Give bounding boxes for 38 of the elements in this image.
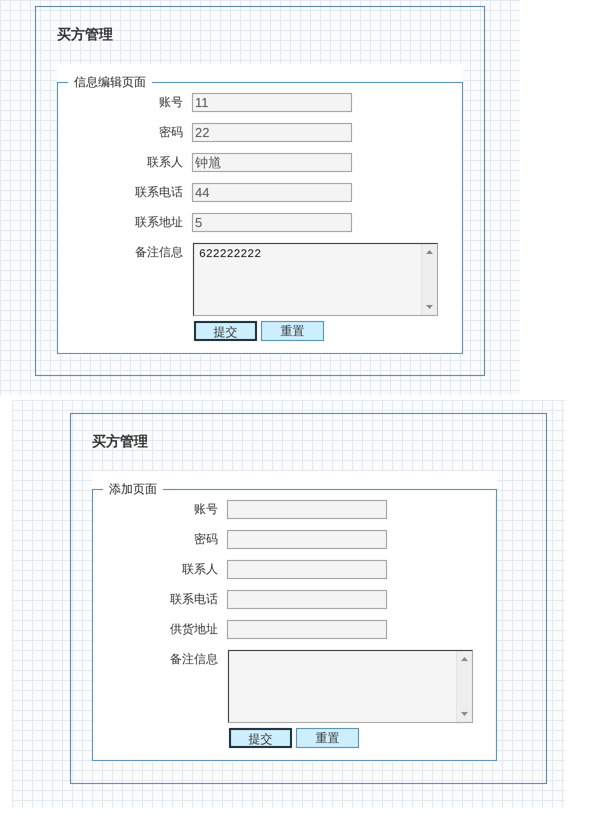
text-field[interactable] [227,500,387,519]
notes-field[interactable]: 622222222 [193,243,438,316]
field-label: 联系人 [146,154,183,171]
field-label: 备注信息 [134,244,183,261]
field-label: 供货地址 [169,621,218,638]
field-label: 联系电话 [134,184,183,201]
fieldset-legend: 信息编辑页面 [68,74,152,90]
scroll-up-icon[interactable] [461,657,468,661]
scroll-up-icon[interactable] [426,250,433,254]
submit-button[interactable]: 提交 [194,321,257,341]
text-field[interactable]: 44 [192,183,352,202]
text-field[interactable]: 11 [192,93,352,112]
section-title: 买方管理 [92,432,148,452]
text-field[interactable] [227,530,387,549]
text-field[interactable]: 钟馗 [192,153,352,172]
scrollbar[interactable] [456,651,472,722]
scroll-down-icon[interactable] [461,712,468,716]
scrollbar[interactable] [421,244,437,315]
submit-button[interactable]: 提交 [229,728,292,748]
text-field[interactable] [227,590,387,609]
field-label: 备注信息 [169,651,218,668]
field-label: 联系人 [181,561,218,578]
field-label: 密码 [158,124,183,141]
field-label: 密码 [193,531,218,548]
fieldset-legend: 添加页面 [103,481,163,497]
reset-button[interactable]: 重置 [261,321,324,341]
text-field[interactable] [227,560,387,579]
field-label: 联系地址 [134,214,183,231]
field-label: 账号 [158,94,183,111]
text-field[interactable] [227,620,387,639]
reset-button[interactable]: 重置 [296,728,359,748]
field-label: 联系电话 [169,591,218,608]
scroll-down-icon[interactable] [426,305,433,309]
field-label: 账号 [193,501,218,518]
text-field[interactable]: 22 [192,123,352,142]
notes-field[interactable] [228,650,473,723]
section-title: 买方管理 [57,26,113,45]
text-field[interactable]: 5 [192,213,352,232]
